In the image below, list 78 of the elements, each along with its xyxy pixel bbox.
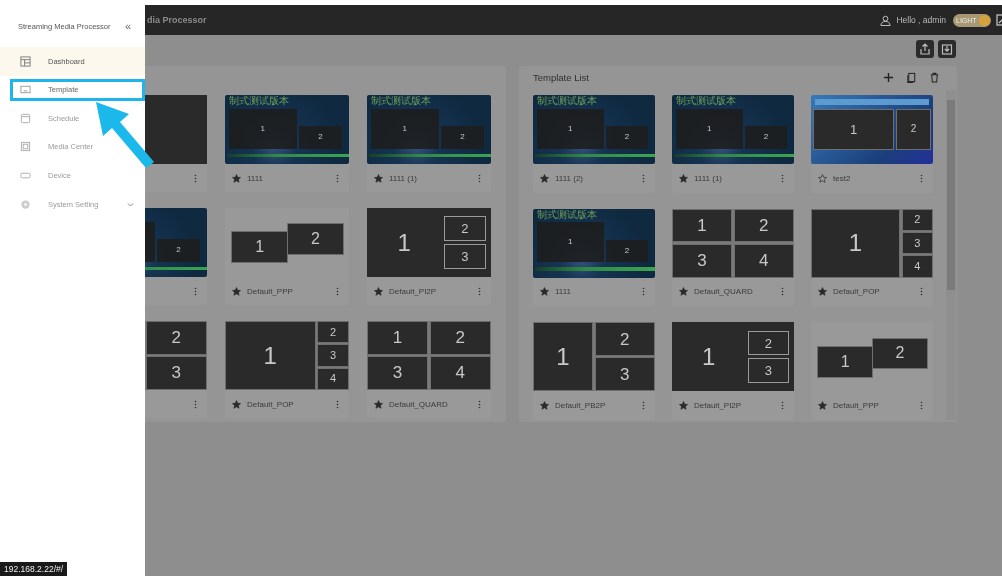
template-name: Default_PI2P [389,286,437,296]
template-name: Default_QUARD [694,287,753,297]
template-card[interactable]: 1 2 3 4 Default_QUARD [367,321,491,418]
star-icon[interactable] [232,399,241,409]
template-name: Default_POP [247,399,294,409]
template-card[interactable]: 1 2 3 4 Default_POP [225,321,349,418]
template-card[interactable]: 1 2 3 4 Default_POP [811,208,933,307]
layout-preview: 1 2 3 4 [672,208,794,278]
star-icon[interactable] [540,287,549,297]
template-card[interactable]: 制式测试版本 1 2 1111 (1) [367,95,491,192]
template-name: 1111 [555,287,571,297]
template-card[interactable]: 1 2 3 Default_PI2P [367,208,491,305]
template-name: Default_POP [833,287,880,297]
template-card[interactable]: 1 2 Default_PPP [225,208,349,305]
images-icon [20,141,31,153]
screen-icon [20,84,31,96]
template-card[interactable]: 制式测试版本 1 2 1111 [533,208,655,307]
layout-preview: 1 2 3 4 [225,321,349,390]
star-icon[interactable] [374,399,383,409]
star-icon[interactable] [374,286,383,296]
template-card[interactable]: 制式测试版本 1 2 1111 [225,95,349,192]
template-name: Default_PPP [833,400,879,410]
template-card[interactable]: 1 2 Default_PPP [811,322,933,420]
template-name: Default_QUARD [389,399,448,409]
template-card[interactable]: 1 2 test2 [811,95,933,193]
layout-preview: 制式测试版本 1 2 [533,95,655,164]
status-url: 192.168.2.22/#/ [0,562,68,576]
template-name: 1111 (1) [389,173,417,183]
layout-preview: 1 2 3 [672,322,794,392]
star-icon[interactable] [818,287,827,297]
export-button[interactable] [916,40,934,58]
template-name: Default_PB2P [555,400,606,410]
layout-preview: 1 2 3 [533,322,655,392]
template-name: Default_PI2P [694,400,742,410]
user-icon [880,14,892,26]
layout-preview: 1 2 [225,208,349,277]
collapse-button[interactable]: « [124,20,131,32]
layout-preview: 1 2 [811,95,933,164]
panel-title: Template List [533,71,589,83]
calendar-icon [20,112,31,124]
layout-preview: 1 2 3 4 [367,321,491,390]
layout-preview: 1 2 [811,322,933,392]
star-icon[interactable] [679,173,688,183]
copy-icon[interactable] [906,71,917,83]
import-button[interactable] [938,40,956,58]
star-icon[interactable] [540,400,549,410]
layout-preview: 制式测试版本 1 2 [367,95,491,164]
star-icon[interactable] [232,286,241,296]
layout-preview: 1 2 3 4 [811,208,933,278]
trash-icon[interactable] [929,71,940,83]
star-icon[interactable] [232,173,241,183]
add-icon[interactable] [883,71,894,83]
template-name: 1111 (1) [694,173,722,183]
scrollbar[interactable] [946,90,956,420]
template-card[interactable]: 制式测试版本 1 2 1111 (2) [533,95,655,193]
layout-preview: 制式测试版本 1 2 [672,95,794,164]
template-card[interactable]: 1 2 3 Default_PI2P [672,322,794,420]
layout-preview: 制式测试版本 1 2 [225,95,349,164]
template-name: test2 [833,173,851,183]
star-icon[interactable] [540,173,549,183]
dashboard-icon [20,55,31,67]
template-card[interactable]: 制式测试版本 1 2 1111 (1) [672,95,794,193]
star-icon[interactable] [679,287,688,297]
layout-preview: 制式测试版本 1 2 [533,208,655,278]
star-icon[interactable] [679,400,688,410]
star-icon[interactable] [818,400,827,410]
star-icon[interactable] [374,173,383,183]
app-title: dia Processor [147,15,207,25]
settings-icon [20,198,31,210]
template-name: 1111 (2) [555,173,583,183]
pointer-arrow [96,101,154,168]
template-card[interactable]: 1 2 3 4 Default_QUARD [672,208,794,307]
greeting-text: Hello , admin [896,15,946,25]
template-card[interactable]: 1 2 3 Default_PB2P [533,322,655,420]
template-name: 1111 [247,173,263,183]
layout-preview: 1 2 3 [367,208,491,277]
template-name: Default_PPP [247,286,293,296]
star-outline-icon[interactable] [818,173,827,183]
